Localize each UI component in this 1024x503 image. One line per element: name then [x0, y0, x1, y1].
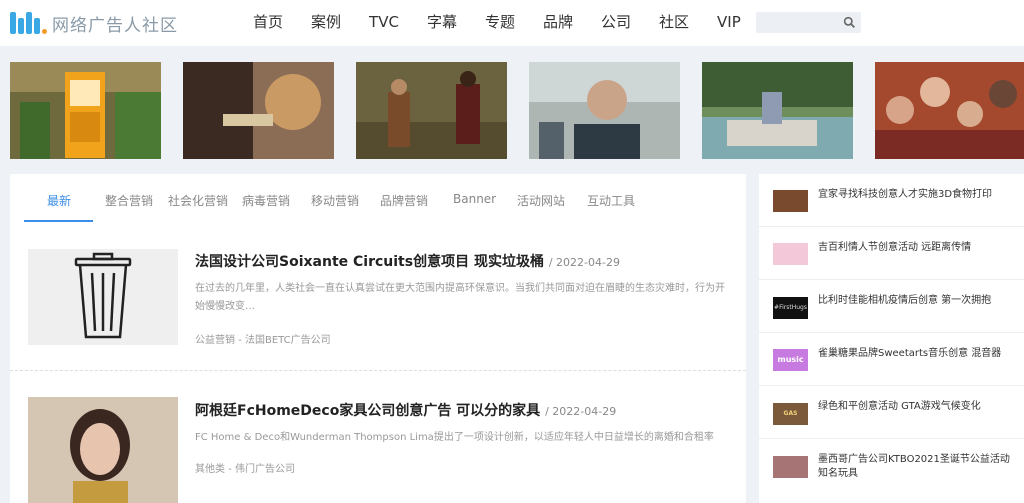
sidebar-item-title[interactable]: 宜家寻找科技创意人才实施3D食物打印 — [818, 188, 1018, 202]
site-header: 网络广告人社区 首页 案例 TVC 字幕 专题 品牌 公司 社区 VIP — [0, 0, 1024, 46]
search-icon[interactable] — [843, 16, 856, 29]
tab-integrated-marketing[interactable]: 整合营销 — [105, 192, 153, 209]
search-box — [756, 12, 861, 34]
featured-image-field-men[interactable] — [356, 62, 507, 159]
featured-image-people-eating[interactable] — [183, 62, 334, 159]
sidebar-thumbnail — [773, 243, 808, 265]
nav-brands[interactable]: 品牌 — [533, 0, 583, 46]
sidebar-item-title[interactable]: 绿色和平创意活动 GTA游戏气候变化 — [818, 400, 1018, 414]
article-date: / 2022-04-29 — [545, 405, 617, 418]
main-nav: 首页 案例 TVC 字幕 专题 品牌 公司 社区 VIP — [243, 0, 759, 46]
nav-companies[interactable]: 公司 — [591, 0, 641, 46]
nav-subtitles[interactable]: 字幕 — [417, 0, 467, 46]
trash-can-thumbnail[interactable] — [28, 249, 178, 345]
article-title[interactable]: 法国设计公司Soixante Circuits创意项目 现实垃圾桶 / 2022… — [195, 251, 620, 271]
sidebar-thumbnail: GAS SMOG — [773, 403, 808, 425]
nav-tvc[interactable]: TVC — [359, 0, 409, 46]
article-excerpt: FC Home & Deco和Wunderman Thompson Lima提出… — [195, 432, 714, 443]
tab-campaign-sites[interactable]: 活动网站 — [517, 192, 565, 209]
sidebar-thumbnail: music — [773, 349, 808, 371]
article-meta: 其他类 - 伟门广告公司 — [195, 460, 295, 475]
tab-social-marketing[interactable]: 社会化营销 — [168, 192, 228, 209]
sidebar-item-title[interactable]: 比利时佳能相机疫情后创意 第一次拥抱 — [818, 294, 1018, 308]
article-title[interactable]: 阿根廷FcHomeDeco家具公司创意广告 可以分的家具 / 2022-04-2… — [195, 400, 616, 420]
article-category-link[interactable]: 公益营销 — [195, 335, 235, 346]
featured-image-raft-waterfall[interactable] — [702, 62, 853, 159]
article-company-link[interactable]: - 法国BETC广告公司 — [238, 335, 330, 346]
sidebar-item[interactable]: 墨西哥广告公司KTBO2021圣诞节公益活动 知名玩具 — [759, 439, 1024, 503]
logo-icon — [10, 10, 48, 36]
article-title-text[interactable]: 阿根廷FcHomeDeco家具公司创意广告 可以分的家具 — [195, 403, 540, 419]
article-title-text[interactable]: 法国设计公司Soixante Circuits创意项目 现实垃圾桶 — [195, 254, 544, 270]
article-date: / 2022-04-29 — [548, 256, 620, 269]
site-logo[interactable]: 网络广告人社区 — [10, 8, 178, 38]
article-divider — [10, 370, 746, 371]
sidebar-item-title[interactable]: 吉百利情人节创意活动 远距离传情 — [818, 241, 1018, 255]
nav-topics[interactable]: 专题 — [475, 0, 525, 46]
category-tabs: 最新 整合营销 社会化营销 病毒营销 移动营销 品牌营销 Banner 活动网站… — [10, 174, 746, 223]
tab-mobile-marketing[interactable]: 移动营销 — [311, 192, 359, 209]
tab-brand-marketing[interactable]: 品牌营销 — [380, 192, 428, 209]
tab-interactive-tools[interactable]: 互动工具 — [587, 192, 635, 209]
sidebar-item[interactable]: music 雀巢糖果品牌Sweetarts音乐创意 混音器 — [759, 333, 1024, 386]
tab-latest[interactable]: 最新 — [47, 192, 71, 209]
sidebar-item-title[interactable]: 雀巢糖果品牌Sweetarts音乐创意 混音器 — [818, 347, 1018, 361]
article-excerpt: 在过去的几年里，人类社会一直在认真尝试在更大范围内提高环保意识。当我们共同面对迫… — [195, 283, 725, 312]
nav-cases[interactable]: 案例 — [301, 0, 351, 46]
featured-image-vending-machine[interactable] — [10, 62, 161, 159]
article-meta: 公益营销 - 法国BETC广告公司 — [195, 331, 331, 346]
sidebar-thumbnail: #FirstHugs — [773, 297, 808, 319]
nav-vip[interactable]: VIP — [707, 0, 751, 46]
featured-image-man-office[interactable] — [529, 62, 680, 159]
tab-banner[interactable]: Banner — [453, 192, 496, 206]
sidebar-item[interactable]: 吉百利情人节创意活动 远距离传情 — [759, 227, 1024, 280]
sidebar-thumbnail — [773, 190, 808, 212]
sidebar-item[interactable]: 宜家寻找科技创意人才实施3D食物打印 — [759, 174, 1024, 227]
article-feed: 最新 整合营销 社会化营销 病毒营销 移动营销 品牌营销 Banner 活动网站… — [10, 174, 746, 503]
active-tab-indicator — [24, 220, 93, 222]
sidebar-item-title[interactable]: 墨西哥广告公司KTBO2021圣诞节公益活动 知名玩具 — [818, 453, 1018, 481]
sidebar-item[interactable]: #FirstHugs 比利时佳能相机疫情后创意 第一次拥抱 — [759, 280, 1024, 333]
sidebar-thumbnail — [773, 456, 808, 478]
sidebar-item[interactable]: GAS SMOG 绿色和平创意活动 GTA游戏气候变化 — [759, 386, 1024, 439]
woman-portrait-thumbnail[interactable] — [28, 397, 178, 503]
search-input[interactable] — [756, 12, 840, 34]
nav-community[interactable]: 社区 — [649, 0, 699, 46]
sidebar-list: 宜家寻找科技创意人才实施3D食物打印 吉百利情人节创意活动 远距离传情 #Fir… — [759, 174, 1024, 503]
nav-home[interactable]: 首页 — [243, 0, 293, 46]
article-company-link[interactable]: - 伟门广告公司 — [228, 464, 295, 475]
article-category-link[interactable]: 其他类 — [195, 464, 225, 475]
logo-text: 网络广告人社区 — [52, 15, 178, 36]
featured-image-group-portrait[interactable] — [875, 62, 1024, 159]
tab-viral-marketing[interactable]: 病毒营销 — [242, 192, 290, 209]
